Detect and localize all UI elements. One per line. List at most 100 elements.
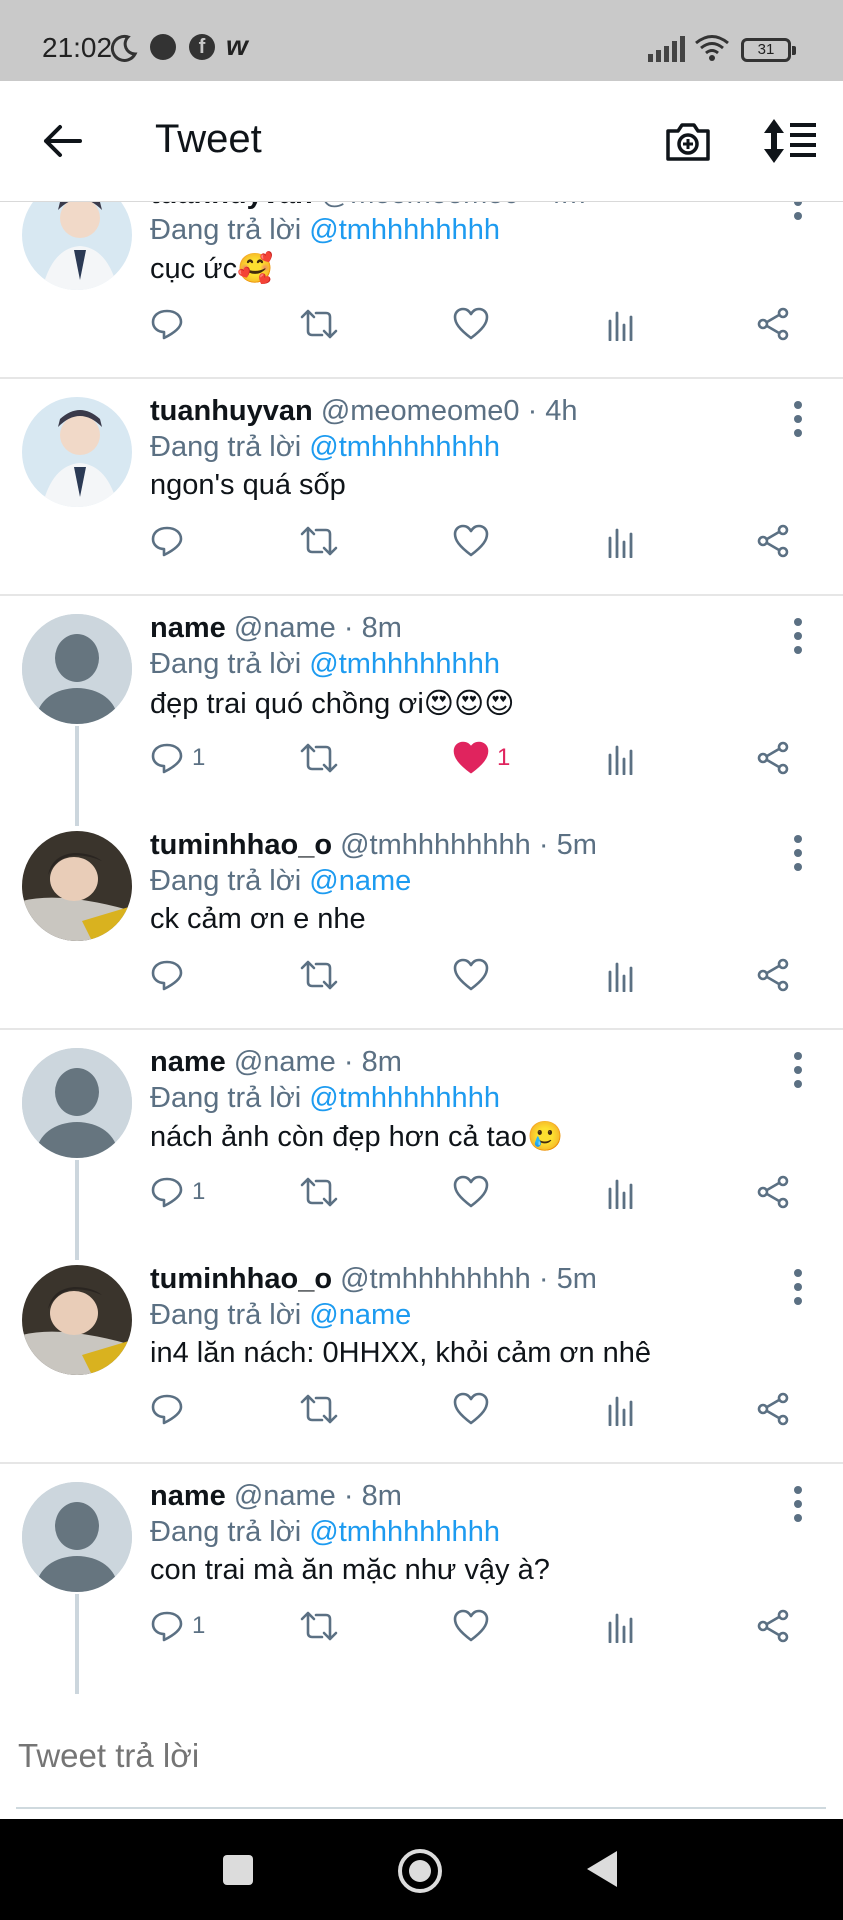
retweet-icon [300, 309, 338, 339]
retweet-icon [300, 960, 338, 990]
retweet-button[interactable] [300, 302, 338, 346]
analytics-button[interactable] [606, 953, 636, 997]
avatar[interactable] [22, 1482, 132, 1592]
more-options-icon[interactable] [792, 1267, 804, 1307]
analytics-icon [608, 1396, 633, 1426]
display-name[interactable]: name [150, 1480, 226, 1512]
timestamp: · 8m [343, 612, 402, 644]
mention-link[interactable]: @name [309, 1299, 411, 1331]
display-name[interactable]: tuanhuyvan [150, 395, 313, 427]
reply-button[interactable]: 1 [150, 736, 205, 780]
tweet[interactable]: name @name · 8m Đang trả lời @tmhhhhhhhh… [0, 1030, 843, 1260]
more-options-icon[interactable] [792, 1484, 804, 1524]
avatar[interactable] [22, 202, 132, 290]
mention-link[interactable]: @tmhhhhhhhh [309, 1082, 500, 1114]
avatar[interactable] [22, 1048, 132, 1158]
share-button[interactable] [756, 302, 790, 346]
display-name[interactable]: tuanhuyvan [150, 202, 313, 210]
like-button[interactable] [453, 1387, 497, 1431]
share-button[interactable] [756, 519, 790, 563]
mention-link[interactable]: @tmhhhhhhhh [309, 214, 500, 246]
like-button[interactable] [453, 953, 497, 997]
share-button[interactable] [756, 953, 790, 997]
display-name[interactable]: name [150, 612, 226, 644]
retweet-button[interactable] [300, 1387, 338, 1431]
share-icon [757, 307, 789, 341]
display-name[interactable]: tuminhhao_o [150, 1263, 332, 1295]
replying-to-label: Đang trả lời [150, 1299, 302, 1331]
avatar[interactable] [22, 614, 132, 724]
avatar[interactable] [22, 831, 132, 941]
analytics-button[interactable] [606, 736, 636, 780]
mention-link[interactable]: @tmhhhhhhhh [309, 648, 500, 680]
more-options-icon[interactable] [792, 202, 804, 222]
reply-button[interactable]: 1 [150, 1604, 205, 1648]
mention-link[interactable]: @tmhhhhhhhh [309, 1516, 500, 1548]
retweet-button[interactable] [300, 519, 338, 563]
tweet-actions [0, 519, 843, 569]
tweet[interactable]: tuanhuyvan @meomeome0 · 4m Đang trả lời … [0, 202, 843, 379]
reply-button[interactable] [150, 519, 192, 563]
status-bar: 21:02 f w 31 [0, 0, 843, 81]
display-name[interactable]: tuminhhao_o [150, 829, 332, 861]
replying-to: Đang trả lời @tmhhhhhhhh [150, 1082, 500, 1115]
share-button[interactable] [756, 1604, 790, 1648]
share-button[interactable] [756, 736, 790, 780]
tweet-header: name @name · 8m [150, 1480, 402, 1513]
reply-button[interactable] [150, 302, 192, 346]
like-button[interactable] [453, 519, 497, 563]
reply-button[interactable] [150, 953, 192, 997]
tweet-actions: 1 [0, 1604, 843, 1654]
home-icon[interactable] [398, 1849, 442, 1893]
tweet-actions [0, 302, 843, 352]
like-button[interactable] [453, 302, 497, 346]
avatar[interactable] [22, 1265, 132, 1375]
tweet[interactable]: tuanhuyvan @meomeome0 · 4h Đang trả lời … [0, 379, 843, 596]
default-avatar-icon [22, 1482, 132, 1592]
reply-input[interactable] [18, 1737, 798, 1775]
more-options-icon[interactable] [792, 833, 804, 873]
handle: @name [233, 1046, 336, 1078]
analytics-button[interactable] [606, 1387, 636, 1431]
reply-button[interactable]: 1 [150, 1170, 205, 1214]
recents-icon[interactable] [223, 1855, 253, 1885]
display-name[interactable]: name [150, 1046, 226, 1078]
analytics-button[interactable] [606, 1604, 636, 1648]
system-back-icon[interactable] [587, 1851, 617, 1887]
share-button[interactable] [756, 1170, 790, 1214]
analytics-button[interactable] [606, 1170, 636, 1214]
battery-icon: 31 [741, 38, 796, 62]
tweet[interactable]: tuminhhao_o @tmhhhhhhhh · 5m Đang trả lờ… [0, 813, 843, 1030]
more-options-icon[interactable] [792, 616, 804, 656]
tweet-header: tuanhuyvan @meomeome0 · 4h [150, 395, 578, 428]
retweet-button[interactable] [300, 736, 338, 780]
retweet-button[interactable] [300, 1604, 338, 1648]
replying-to: Đang trả lời @tmhhhhhhhh [150, 214, 500, 247]
analytics-button[interactable] [606, 519, 636, 563]
status-time: 21:02 [42, 32, 113, 63]
retweet-button[interactable] [300, 1170, 338, 1214]
tweet[interactable]: tuminhhao_o @tmhhhhhhhh · 5m Đang trả lờ… [0, 1247, 843, 1464]
analytics-button[interactable] [606, 302, 636, 346]
more-options-icon[interactable] [792, 1050, 804, 1090]
reply-button[interactable] [150, 1387, 192, 1431]
tweet[interactable]: name @name · 8m Đang trả lời @tmhhhhhhhh… [0, 1464, 843, 1694]
avatar[interactable] [22, 397, 132, 507]
camera-add-icon[interactable] [664, 117, 712, 165]
like-button[interactable]: 1 [453, 736, 510, 780]
analytics-icon [608, 1613, 633, 1643]
like-button[interactable] [453, 1170, 497, 1214]
more-options-icon[interactable] [792, 399, 804, 439]
mention-link[interactable]: @name [309, 865, 411, 897]
like-button[interactable] [453, 1604, 497, 1648]
sort-icon[interactable] [762, 117, 818, 165]
tweet[interactable]: name @name · 8m Đang trả lời @tmhhhhhhhh… [0, 596, 843, 826]
share-button[interactable] [756, 1387, 790, 1431]
retweet-icon [300, 1611, 338, 1641]
mention-link[interactable]: @tmhhhhhhhh [309, 431, 500, 463]
messenger-icon [150, 34, 176, 60]
retweet-button[interactable] [300, 953, 338, 997]
reply-icon [151, 1611, 183, 1642]
back-arrow-icon[interactable] [40, 119, 84, 163]
w-app-icon: w [226, 30, 248, 61]
